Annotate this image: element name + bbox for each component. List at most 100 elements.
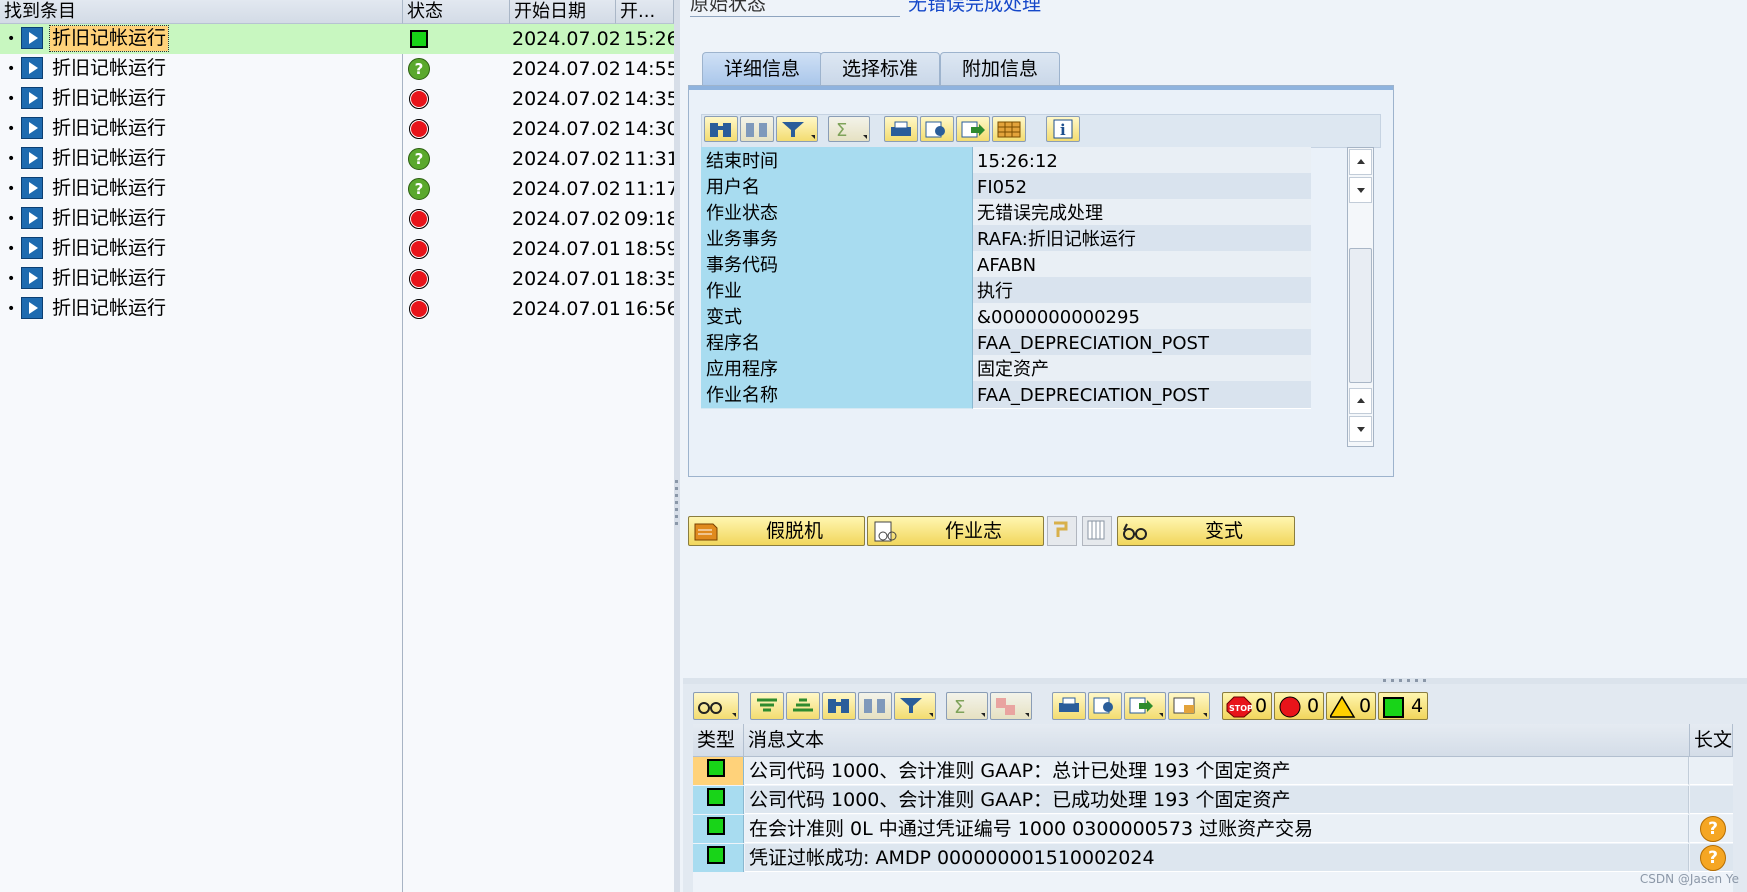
- message-long-text[interactable]: ?: [1690, 815, 1733, 843]
- job-name[interactable]: 折旧记帐运行: [50, 176, 168, 201]
- col-header-message-text[interactable]: 消息文本: [744, 724, 1690, 757]
- tree-row[interactable]: • 折旧记帐运行? 2024.07.02 14:55: [0, 54, 679, 84]
- long-text-help-icon[interactable]: ?: [1700, 845, 1726, 871]
- info-button[interactable]: i: [1046, 116, 1080, 142]
- detail-value[interactable]: RAFA:折旧记帐运行: [973, 225, 1311, 253]
- msg-subtotal-button[interactable]: [990, 692, 1032, 720]
- job-play-icon[interactable]: [21, 207, 43, 229]
- scroll-down-icon[interactable]: [1349, 177, 1372, 203]
- step-button[interactable]: [1047, 516, 1077, 546]
- job-name[interactable]: 折旧记帐运行: [50, 206, 168, 231]
- message-row[interactable]: 公司代码 1000、会计准则 GAAP：总计已处理 193 个固定资产: [693, 757, 1733, 786]
- msg-print-preview-button[interactable]: [1088, 692, 1122, 720]
- col-header-long-text[interactable]: 长文...: [1690, 724, 1733, 757]
- job-name[interactable]: 折旧记帐运行: [48, 25, 170, 52]
- print-preview-button[interactable]: [920, 116, 954, 142]
- success-counter[interactable]: 4: [1378, 692, 1428, 720]
- job-play-icon[interactable]: [21, 147, 43, 169]
- detail-value[interactable]: 无错误完成处理: [973, 199, 1311, 227]
- sum-button[interactable]: Σ: [828, 116, 870, 142]
- job-name[interactable]: 折旧记帐运行: [50, 116, 168, 141]
- sort-descending-button[interactable]: [786, 692, 820, 720]
- job-name[interactable]: 折旧记帐运行: [50, 296, 168, 321]
- message-text[interactable]: 公司代码 1000、会计准则 GAAP：总计已处理 193 个固定资产: [745, 757, 1689, 785]
- error-counter[interactable]: 0: [1274, 692, 1324, 720]
- message-text[interactable]: 凭证过帐成功: AMDP 000000001510002024: [745, 844, 1689, 872]
- job-log-button[interactable]: 作业志: [867, 516, 1044, 546]
- job-name[interactable]: 折旧记帐运行: [50, 146, 168, 171]
- job-play-icon[interactable]: [21, 57, 43, 79]
- detail-value[interactable]: FI052: [973, 173, 1311, 201]
- detail-value[interactable]: 固定资产: [973, 355, 1311, 383]
- message-row[interactable]: 在会计准则 0L 中通过凭证编号 1000 0300000573 过账资产交易?: [693, 815, 1733, 844]
- detail-value[interactable]: 执行: [973, 277, 1311, 305]
- scroll-page-down-icon[interactable]: [1349, 416, 1372, 442]
- job-play-icon[interactable]: [21, 27, 43, 49]
- message-row[interactable]: 公司代码 1000、会计准则 GAAP：已成功处理 193 个固定资产: [693, 786, 1733, 815]
- job-play-icon[interactable]: [21, 87, 43, 109]
- filter-button[interactable]: [776, 116, 818, 142]
- scroll-up-icon[interactable]: [1349, 149, 1372, 175]
- warning-counter[interactable]: 0: [1326, 692, 1376, 720]
- find-button[interactable]: [704, 116, 738, 142]
- job-name[interactable]: 折旧记帐运行: [50, 266, 168, 291]
- details-view-button[interactable]: [693, 692, 739, 720]
- message-text[interactable]: 公司代码 1000、会计准则 GAAP：已成功处理 193 个固定资产: [745, 786, 1689, 814]
- tree-row[interactable]: • 折旧记帐运行 2024.07.02 14:35: [0, 84, 679, 114]
- message-row[interactable]: 凭证过帐成功: AMDP 000000001510002024?: [693, 844, 1733, 873]
- message-text[interactable]: 在会计准则 0L 中通过凭证编号 1000 0300000573 过账资产交易: [745, 815, 1689, 843]
- job-name[interactable]: 折旧记帐运行: [50, 86, 168, 111]
- msg-find-next-button[interactable]: [858, 692, 892, 720]
- message-long-text[interactable]: [1690, 757, 1733, 785]
- detail-value[interactable]: 15:26:12: [973, 147, 1311, 175]
- hsplitter-grip-icon[interactable]: [1383, 679, 1428, 682]
- detail-value[interactable]: FAA_DEPRECIATION_POST: [973, 381, 1311, 409]
- message-long-text[interactable]: ?: [1690, 844, 1733, 872]
- job-play-icon[interactable]: [21, 297, 43, 319]
- scroll-thumb[interactable]: [1349, 248, 1372, 383]
- long-text-help-icon[interactable]: ?: [1700, 816, 1726, 842]
- stop-counter[interactable]: STOP 0: [1222, 692, 1272, 720]
- tree-row[interactable]: • 折旧记帐运行 2024.07.02 14:30: [0, 114, 679, 144]
- col-header-entries[interactable]: 找到条目: [0, 0, 403, 24]
- job-play-icon[interactable]: [21, 267, 43, 289]
- sort-ascending-button[interactable]: [750, 692, 784, 720]
- col-header-start-date[interactable]: 开始日期: [510, 0, 616, 24]
- tree-row[interactable]: • 折旧记帐运行 2024.07.01 18:35: [0, 264, 679, 294]
- msg-find-button[interactable]: [822, 692, 856, 720]
- tab-selection-criteria[interactable]: 选择标准: [820, 52, 940, 86]
- detail-value[interactable]: FAA_DEPRECIATION_POST: [973, 329, 1311, 357]
- splitter-grip-icon[interactable]: [675, 480, 678, 525]
- msg-layout-button[interactable]: [1168, 692, 1210, 720]
- detail-value[interactable]: AFABN: [973, 251, 1311, 279]
- export-button[interactable]: [956, 116, 990, 142]
- tab-details[interactable]: 详细信息: [702, 52, 822, 86]
- job-play-icon[interactable]: [21, 177, 43, 199]
- detail-value[interactable]: &0000000000295: [973, 303, 1311, 331]
- job-name[interactable]: 折旧记帐运行: [50, 56, 168, 81]
- msg-filter-button[interactable]: [894, 692, 936, 720]
- tab-additional-info[interactable]: 附加信息: [940, 52, 1060, 86]
- original-status-value[interactable]: 无错误完成处理: [908, 0, 1041, 16]
- msg-export-button[interactable]: [1124, 692, 1166, 720]
- print-button[interactable]: [884, 116, 918, 142]
- spool-button[interactable]: 假脱机: [688, 516, 865, 546]
- msg-print-button[interactable]: [1052, 692, 1086, 720]
- scroll-page-up-icon[interactable]: [1349, 388, 1372, 414]
- tree-row[interactable]: • 折旧记帐运行? 2024.07.02 11:31: [0, 144, 679, 174]
- variant-button[interactable]: 变式: [1117, 516, 1295, 546]
- layout-button[interactable]: [992, 116, 1026, 142]
- tree-row[interactable]: • 折旧记帐运行 2024.07.02 15:26: [0, 24, 679, 54]
- job-name[interactable]: 折旧记帐运行: [50, 236, 168, 261]
- table-button[interactable]: [1082, 516, 1112, 546]
- job-play-icon[interactable]: [21, 237, 43, 259]
- message-long-text[interactable]: [1690, 786, 1733, 814]
- details-scrollbar[interactable]: [1347, 147, 1374, 447]
- msg-sum-button[interactable]: Σ: [946, 692, 988, 720]
- tree-row[interactable]: • 折旧记帐运行 2024.07.02 09:18: [0, 204, 679, 234]
- tree-row[interactable]: • 折旧记帐运行 2024.07.01 16:56: [0, 294, 679, 324]
- col-header-status[interactable]: 状态: [403, 0, 510, 24]
- col-header-start-time[interactable]: 开...: [616, 0, 674, 24]
- job-play-icon[interactable]: [21, 117, 43, 139]
- find-next-button[interactable]: [740, 116, 774, 142]
